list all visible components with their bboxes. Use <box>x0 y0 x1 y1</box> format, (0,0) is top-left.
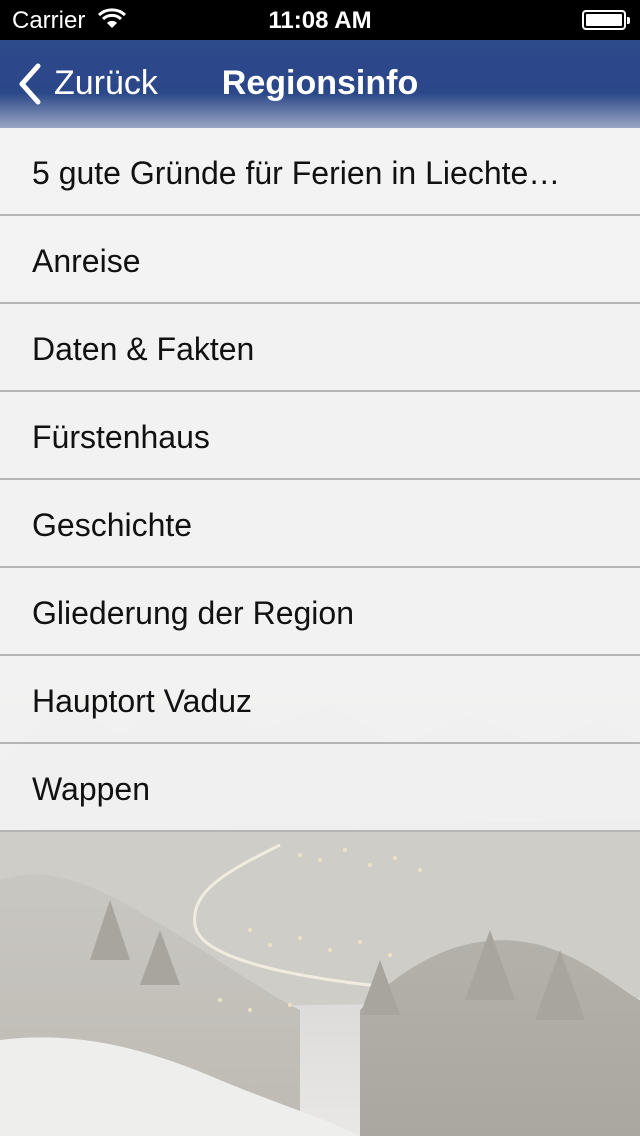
screen: Carrier 11:08 AM Zurück Regionsinfo 5 gu… <box>0 0 640 1136</box>
status-time: 11:08 AM <box>268 7 372 34</box>
list-item[interactable]: Hauptort Vaduz <box>0 656 640 744</box>
list-item[interactable]: Geschichte <box>0 480 640 568</box>
list-item-label: Gliederung der Region <box>32 595 354 631</box>
status-bar: Carrier 11:08 AM <box>0 0 640 40</box>
list-item[interactable]: Anreise <box>0 216 640 304</box>
list-item[interactable]: Fürstenhaus <box>0 392 640 480</box>
list-item-label: Wappen <box>32 771 150 807</box>
navigation-bar: Zurück Regionsinfo <box>0 40 640 128</box>
list-item-label: Fürstenhaus <box>32 419 210 455</box>
battery-icon <box>582 10 630 30</box>
list-item[interactable]: Daten & Fakten <box>0 304 640 392</box>
region-info-list: 5 gute Gründe für Ferien in Liechte… Anr… <box>0 128 640 832</box>
battery-level <box>586 14 622 26</box>
list-item-label: 5 gute Gründe für Ferien in Liechte… <box>32 155 561 191</box>
page-title: Regionsinfo <box>221 64 419 102</box>
list-item[interactable]: Gliederung der Region <box>0 568 640 656</box>
list-item[interactable]: 5 gute Gründe für Ferien in Liechte… <box>0 128 640 216</box>
list-item-label: Anreise <box>32 243 141 279</box>
list-item-label: Geschichte <box>32 507 193 543</box>
list-item[interactable]: Wappen <box>0 744 640 832</box>
list-item-label: Hauptort Vaduz <box>32 683 252 719</box>
list-item-label: Daten & Fakten <box>32 331 255 367</box>
